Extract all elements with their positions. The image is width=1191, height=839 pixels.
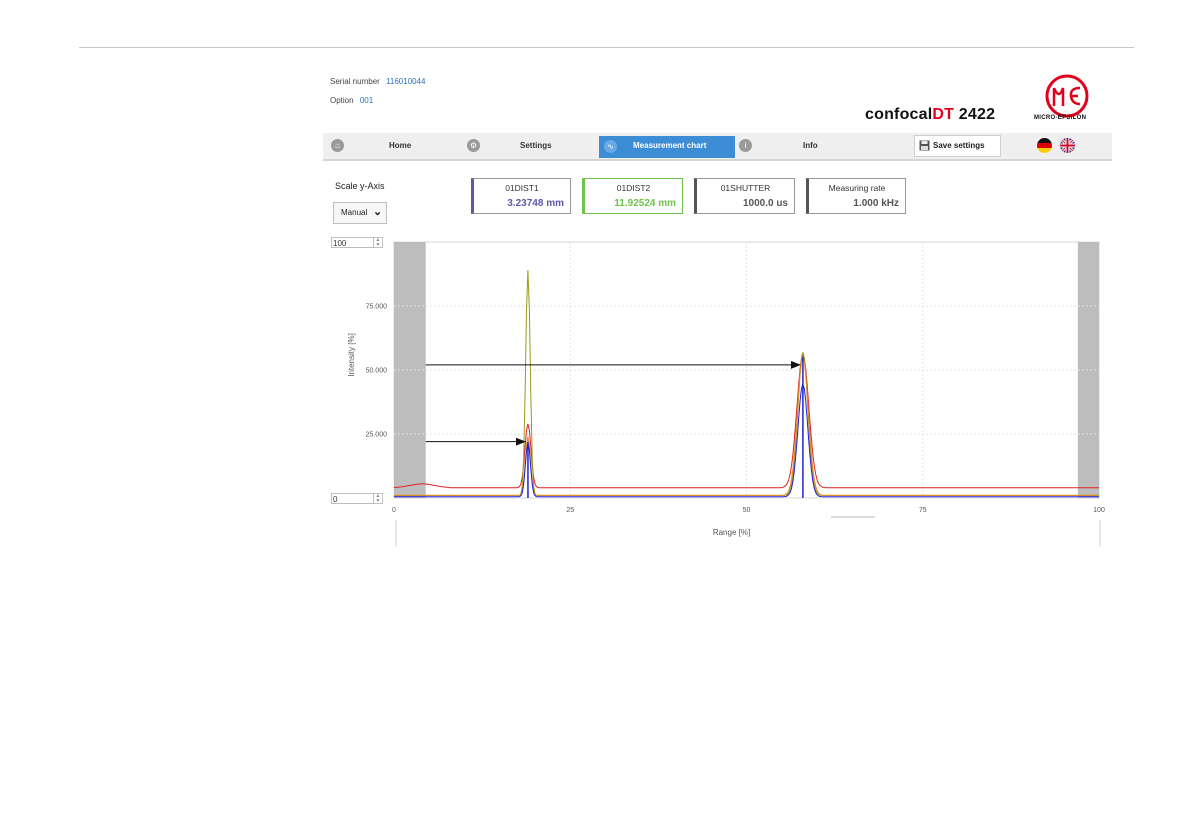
- save-settings-label: Save settings: [933, 141, 985, 150]
- y-tick-label: 75.000: [366, 304, 388, 311]
- y-tick-label: 25.000: [366, 432, 388, 439]
- readout-dist2: 01DIST2 11.92524 mm: [582, 178, 683, 214]
- readout-dist1: 01DIST1 3.23748 mm: [471, 178, 571, 214]
- option-value: 001: [359, 96, 374, 105]
- readout-measuring-rate: Measuring rate 1.000 kHz: [806, 178, 906, 214]
- brand-model: 2422: [958, 106, 996, 123]
- readout-label: 01SHUTTER: [720, 183, 771, 193]
- readout-value: 3.23748 mm: [507, 198, 564, 209]
- nav-home[interactable]: Home: [389, 141, 411, 150]
- waveform-icon: ∿: [604, 140, 617, 153]
- scale-mode-select[interactable]: Manual ⌄: [333, 202, 387, 224]
- nav-settings[interactable]: Settings: [520, 141, 552, 150]
- chevron-down-icon: ⌄: [373, 206, 383, 218]
- floppy-disk-icon: [919, 140, 930, 151]
- y-tick-label: 50.000: [366, 368, 388, 375]
- readout-label: Measuring rate: [828, 183, 886, 193]
- serial-number-value: 116010044: [386, 77, 426, 86]
- save-settings-button[interactable]: Save settings: [914, 135, 1001, 157]
- x-axis-label: Range [%]: [713, 528, 750, 537]
- product-brand: confocalDT 2422: [865, 106, 995, 124]
- readout-value: 1000.0 us: [742, 198, 788, 209]
- readout-value: 1.000 kHz: [853, 198, 899, 209]
- x-tick-label: 75: [919, 507, 927, 514]
- option-row: Option 001: [330, 96, 373, 105]
- readout-value: 11.92524 mm: [614, 198, 676, 209]
- readout-label: 01DIST2: [616, 183, 651, 193]
- scale-mode-value: Manual: [341, 208, 368, 217]
- nav-measurement-chart-label: Measurement chart: [633, 141, 707, 150]
- x-tick-label: 100: [1093, 507, 1105, 514]
- page-top-rule: [79, 47, 1134, 48]
- german-flag-icon[interactable]: [1037, 138, 1052, 153]
- y-axis-label: Intensity [%]: [347, 333, 356, 377]
- home-icon[interactable]: ⌂: [331, 139, 344, 152]
- option-label: Option: [330, 96, 354, 105]
- serial-number-row: Serial number 116010044: [330, 77, 426, 86]
- readout-shutter: 01SHUTTER 1000.0 us: [694, 178, 795, 214]
- logo-wordmark: MICRO-EPSILON: [1034, 115, 1087, 121]
- nav-info[interactable]: Info: [803, 141, 818, 150]
- serial-number-label: Serial number: [330, 77, 380, 86]
- x-tick-label: 25: [566, 507, 574, 514]
- brand-prefix: confocal: [865, 106, 933, 123]
- nav-measurement-chart[interactable]: ∿ Measurement chart: [599, 136, 735, 158]
- readout-label: 01DIST1: [505, 183, 539, 193]
- intensity-chart: 0 25 50 75 100 25.000 50.000 75.000 Range [%] Int…: [347, 241, 1105, 546]
- x-tick-label: 50: [743, 507, 751, 514]
- x-tick-label: 0: [392, 507, 396, 514]
- english-flag-icon[interactable]: [1060, 138, 1075, 153]
- gear-icon[interactable]: ⚙: [467, 139, 480, 152]
- info-icon[interactable]: i: [739, 139, 752, 152]
- scale-y-axis-label: Scale y-Axis: [335, 181, 385, 191]
- brand-highlight: DT: [932, 106, 955, 123]
